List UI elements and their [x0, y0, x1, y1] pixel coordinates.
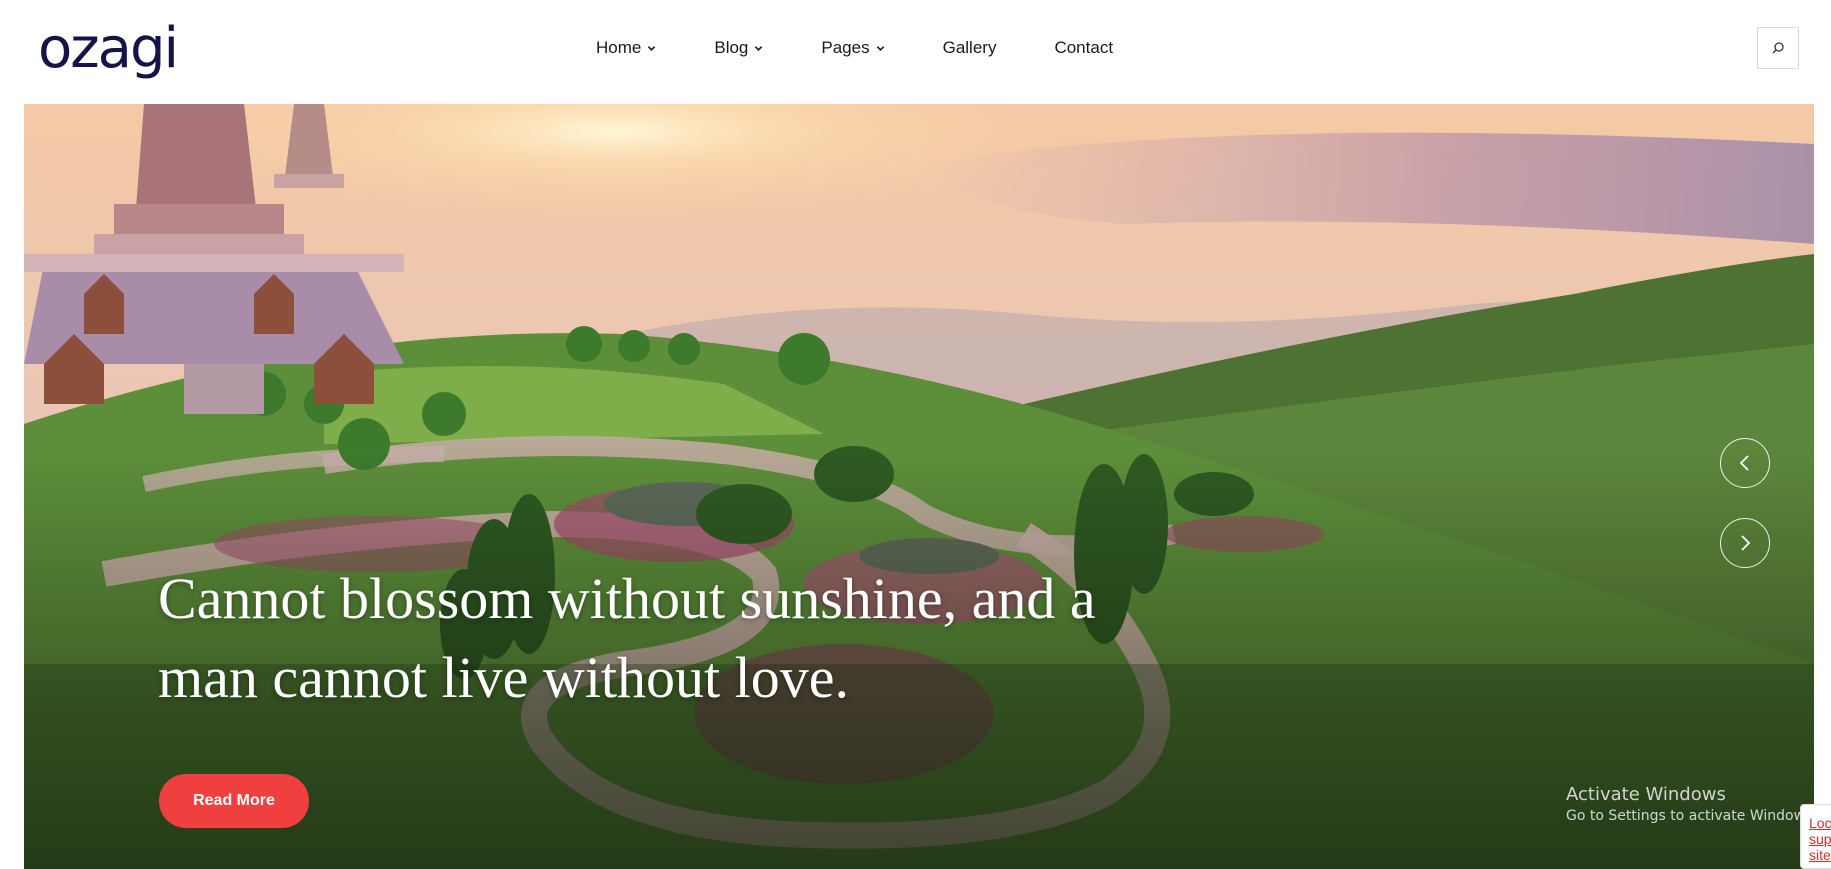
site-logo[interactable]: ozagi [38, 14, 179, 84]
main-nav: Home Blog Pages Gallery Contact [596, 36, 1171, 60]
search-icon [1772, 42, 1784, 54]
chevron-down-icon [648, 45, 656, 51]
badge-text-line-2: sup [1809, 831, 1831, 847]
nav-item-pages[interactable]: Pages [821, 36, 884, 60]
slider-next-button[interactable] [1720, 518, 1770, 568]
nav-item-contact[interactable]: Contact [1054, 36, 1113, 60]
search-button[interactable] [1757, 27, 1799, 69]
activate-windows-subtitle: Go to Settings to activate Windows. [1566, 808, 1817, 824]
nav-item-label: Blog [714, 38, 749, 57]
site-header: ozagi Home Blog Pages Gallery Contact [0, 0, 1831, 104]
nav-item-home[interactable]: Home [596, 36, 656, 60]
badge-text-line-1: Loc [1809, 815, 1831, 831]
chevron-right-icon [1741, 535, 1751, 551]
activate-windows-watermark: Activate Windows Go to Settings to activ… [1566, 784, 1817, 826]
chevron-down-icon [876, 45, 884, 51]
nav-item-label: Home [596, 38, 642, 57]
chevron-left-icon [1739, 455, 1749, 471]
hero-headline-line-1: Cannot blossom without sunshine, and a [158, 566, 1096, 631]
nav-item-label: Contact [1054, 38, 1114, 57]
activate-windows-title: Activate Windows [1566, 784, 1726, 805]
chevron-down-icon [755, 45, 763, 51]
badge-text-line-3: site [1809, 847, 1831, 863]
hero-headline: Cannot blossom without sunshine, and a m… [158, 559, 1158, 717]
nav-item-label: Pages [821, 38, 870, 57]
nav-item-gallery[interactable]: Gallery [943, 36, 997, 60]
nav-item-label: Gallery [942, 38, 997, 57]
hero-headline-line-2: man cannot live without love. [158, 645, 850, 710]
slider-prev-button[interactable] [1720, 438, 1770, 488]
nav-item-blog[interactable]: Blog [714, 36, 763, 60]
recaptcha-badge[interactable]: Loc sup site [1800, 804, 1831, 869]
hero-background-image [24, 104, 1814, 869]
hero-slider: Cannot blossom without sunshine, and a m… [24, 104, 1814, 869]
read-more-button[interactable]: Read More [159, 774, 309, 828]
